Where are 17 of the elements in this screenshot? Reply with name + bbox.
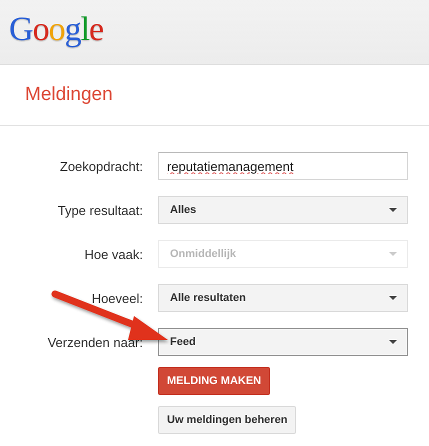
dropdown[interactable]: Feed <box>158 328 408 356</box>
field-label: Zoekopdracht: <box>58 158 143 174</box>
dropdown[interactable]: Alle resultaten <box>158 284 408 312</box>
page-title: Meldingen <box>25 84 113 106</box>
caret-icon <box>389 208 397 212</box>
manage-button[interactable]: Uw meldingen beheren <box>158 406 296 434</box>
create-button[interactable]: MELDING MAKEN <box>158 367 270 395</box>
field-label: Verzenden naar: <box>46 334 143 350</box>
dropdown[interactable]: Alles <box>158 196 408 224</box>
caret-icon <box>389 340 397 344</box>
field-label: Type resultaat: <box>56 202 143 218</box>
google-logo: Google <box>9 11 104 49</box>
caret-icon <box>389 252 397 256</box>
search-field[interactable]: reputatiemanagement <box>158 152 408 180</box>
field-label: Hoe vaak: <box>83 246 143 262</box>
caret-icon <box>389 296 397 300</box>
field-label: Hoeveel: <box>90 290 143 306</box>
